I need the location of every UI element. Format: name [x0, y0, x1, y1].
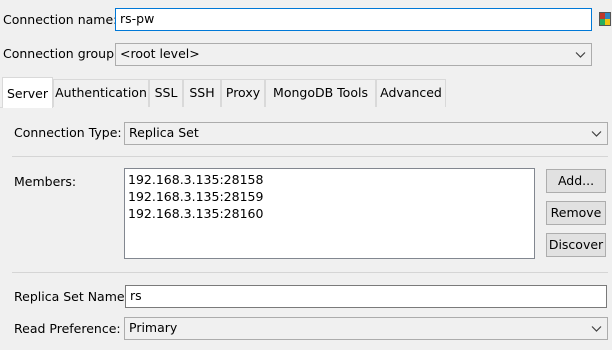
connection-group-value: <root level>: [120, 46, 200, 61]
connection-type-label: Connection Type:: [14, 125, 122, 140]
tab-server[interactable]: Server: [2, 77, 53, 108]
members-label: Members:: [14, 174, 77, 189]
read-preference-value: Primary: [129, 320, 178, 335]
chevron-down-icon: [591, 131, 602, 137]
replica-set-name-value: rs: [130, 288, 142, 303]
tab-authentication[interactable]: Authentication: [53, 79, 149, 107]
tab-label: Proxy: [225, 85, 261, 100]
tab-label: Advanced: [380, 85, 442, 100]
replica-set-name-label: Replica Set Name:: [14, 289, 129, 304]
tab-mongodb-tools[interactable]: MongoDB Tools: [265, 79, 376, 107]
chevron-down-icon: [575, 52, 586, 58]
tab-label: SSH: [189, 85, 215, 100]
tab-advanced[interactable]: Advanced: [376, 79, 446, 107]
separator: [12, 272, 608, 273]
add-member-button[interactable]: Add...: [546, 169, 606, 193]
color-palette-icon[interactable]: [599, 12, 611, 26]
read-preference-label: Read Preference:: [14, 321, 121, 336]
tab-ssh[interactable]: SSH: [183, 79, 221, 107]
connection-name-input[interactable]: rs-pw: [115, 8, 592, 31]
connection-name-label: Connection name:: [3, 12, 118, 27]
tab-label: SSL: [154, 85, 178, 100]
members-list[interactable]: 192.168.3.135:28158 192.168.3.135:28159 …: [124, 168, 535, 259]
read-preference-select[interactable]: Primary: [124, 317, 608, 340]
tab-label: Authentication: [55, 85, 147, 100]
connection-group-label: Connection group:: [3, 46, 119, 61]
connection-name-value: rs-pw: [120, 11, 155, 26]
tab-ssl[interactable]: SSL: [149, 79, 183, 107]
list-item[interactable]: 192.168.3.135:28160: [128, 205, 531, 222]
remove-member-button[interactable]: Remove: [546, 201, 606, 225]
tab-proxy[interactable]: Proxy: [221, 79, 265, 107]
server-tab-panel: Connection Type: Replica Set Members: 19…: [2, 107, 612, 350]
list-item[interactable]: 192.168.3.135:28159: [128, 188, 531, 205]
connection-group-select[interactable]: <root level>: [115, 43, 592, 66]
connection-settings-window: Connection name: rs-pw Connection group:…: [0, 0, 612, 350]
tab-label: Server: [7, 86, 48, 101]
connection-type-value: Replica Set: [129, 125, 199, 140]
discover-members-button[interactable]: Discover: [546, 233, 606, 257]
connection-type-select[interactable]: Replica Set: [124, 122, 608, 145]
replica-set-name-input[interactable]: rs: [125, 285, 607, 308]
separator: [12, 156, 608, 157]
chevron-down-icon: [591, 326, 602, 332]
list-item[interactable]: 192.168.3.135:28158: [128, 171, 531, 188]
tab-label: MongoDB Tools: [273, 85, 368, 100]
